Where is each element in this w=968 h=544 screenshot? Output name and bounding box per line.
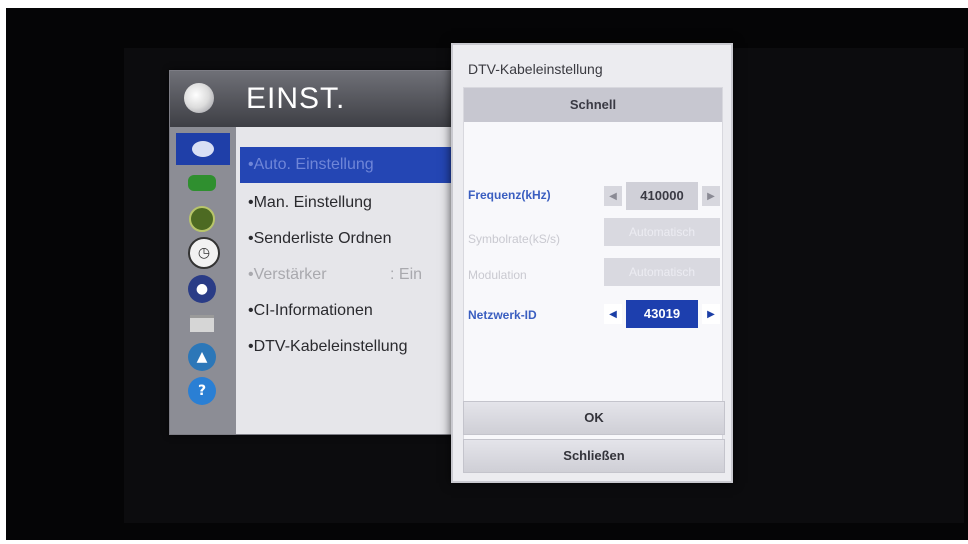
- help-icon[interactable]: ?: [188, 377, 216, 405]
- close-button[interactable]: Schließen: [463, 439, 725, 473]
- network-id-value[interactable]: 43019: [626, 300, 698, 328]
- dtv-cable-dialog: DTV-Kabeleinstellung Schnell Frequenz(kH…: [451, 43, 733, 483]
- frequency-label: Frequenz(kHz): [468, 188, 551, 202]
- menu-item-label: •Senderliste Ordnen: [248, 230, 392, 247]
- picture-icon[interactable]: [176, 133, 230, 165]
- ok-button[interactable]: OK: [463, 401, 725, 435]
- menu-item-senderliste-ordnen[interactable]: •Senderliste Ordnen: [240, 221, 458, 257]
- menu-item-label: •Verstärker: [248, 266, 327, 283]
- modulation-label: Modulation: [468, 268, 527, 282]
- mode-selector[interactable]: Schnell: [464, 88, 722, 122]
- menu-header: EINST.: [170, 71, 460, 127]
- symbolrate-field: Automatisch: [604, 218, 720, 246]
- network-id-spinner[interactable]: ◀ 43019 ▶: [604, 300, 720, 328]
- menu-item-label: •CI-Informationen: [248, 302, 373, 319]
- menu-item-verstaerker: •Verstärker : Ein: [240, 257, 458, 293]
- lg-logo-icon: [184, 83, 214, 113]
- time-icon[interactable]: [188, 205, 216, 233]
- clock-icon[interactable]: ◷: [188, 237, 220, 269]
- network-icon[interactable]: ▲: [188, 343, 216, 371]
- menu-title: EINST.: [246, 82, 346, 115]
- frequency-spinner[interactable]: ◀ 410000 ▶: [604, 182, 720, 210]
- audio-icon[interactable]: [188, 169, 216, 197]
- menu-item-man-einstellung[interactable]: •Man. Einstellung: [240, 185, 458, 221]
- menu-item-label: •DTV-Kabeleinstellung: [248, 338, 408, 355]
- lock-icon[interactable]: ●: [188, 275, 216, 303]
- modulation-field: Automatisch: [604, 258, 720, 286]
- symbolrate-label: Symbolrate(kS/s): [468, 232, 561, 246]
- menu-item-auto-einstellung[interactable]: •Auto. Einstellung: [240, 147, 458, 183]
- menu-item-value: : Ein: [390, 266, 423, 283]
- menu-item-ci-informationen[interactable]: •CI-Informationen: [240, 293, 458, 329]
- frequency-value: 410000: [626, 182, 698, 210]
- network-id-label: Netzwerk-ID: [468, 308, 537, 322]
- arrow-left-icon[interactable]: ◀: [604, 186, 622, 206]
- arrow-right-icon[interactable]: ▶: [702, 304, 720, 324]
- arrow-right-icon[interactable]: ▶: [702, 186, 720, 206]
- dialog-body: Schnell Frequenz(kHz) ◀ 410000 ▶ Symbolr…: [463, 87, 723, 441]
- option-icon[interactable]: [188, 309, 216, 337]
- menu-item-label: •Man. Einstellung: [248, 194, 372, 211]
- menu-item-dtv-kabeleinstellung[interactable]: •DTV-Kabeleinstellung: [240, 329, 458, 365]
- dialog-title: DTV-Kabeleinstellung: [468, 61, 603, 77]
- menu-list: •Auto. Einstellung •Man. Einstellung •Se…: [236, 127, 460, 434]
- settings-menu: EINST. ◷ ● ▲ ? •Auto. Einstellung •Man. …: [169, 70, 461, 435]
- arrow-left-icon[interactable]: ◀: [604, 304, 622, 324]
- menu-item-label: •Auto. Einstellung: [248, 156, 374, 173]
- category-column: ◷ ● ▲ ?: [170, 127, 236, 434]
